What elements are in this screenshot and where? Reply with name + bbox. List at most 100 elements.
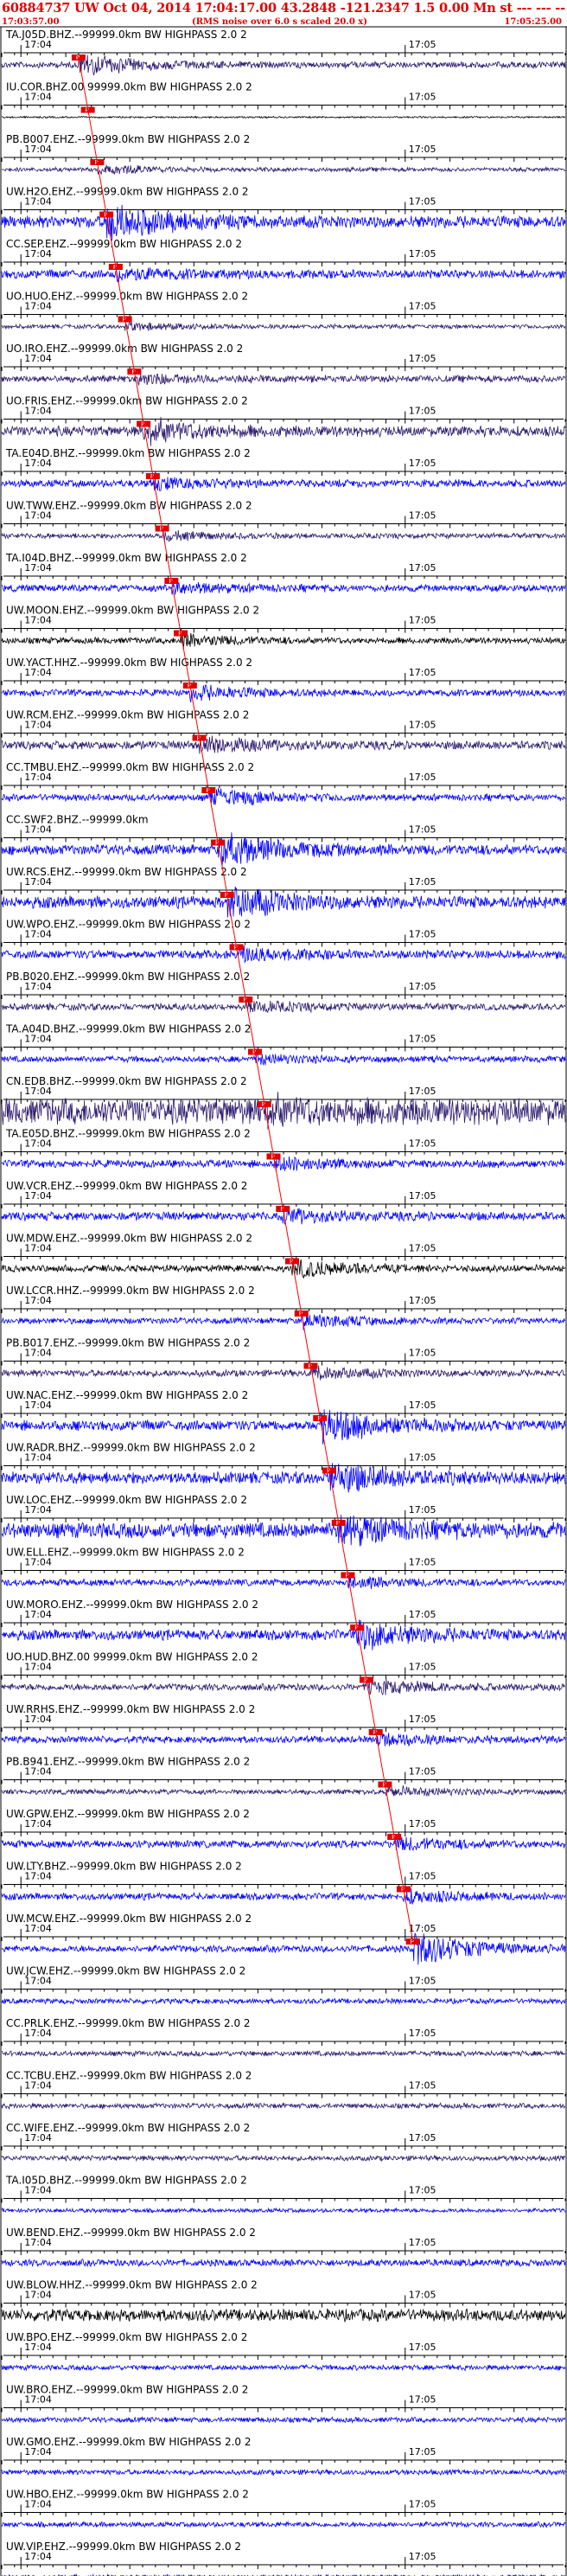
minute-label: 17:04 [24, 2499, 52, 2510]
waveform [1, 2207, 566, 2214]
minute-label: 17:04 [24, 981, 52, 992]
waveform [1, 477, 566, 491]
minute-label: 17:05 [409, 1348, 436, 1359]
minute-label: 17:04 [24, 2446, 52, 2457]
waveform [1, 2363, 566, 2372]
minute-label: 17:04 [24, 2185, 52, 2196]
minute-label: 17:05 [409, 1504, 436, 1515]
minute-label: 17:04 [24, 720, 52, 731]
trace: UO.FRIS.EHZ.--99999.0km BW HIGHPASS 2.0 … [1, 395, 566, 446]
minute-label: 17:04 [24, 510, 52, 522]
waveform [1, 684, 566, 703]
trace: UW.MDW.EHZ.--99999.0km BW HIGHPASS 2.0 2… [1, 1233, 566, 1279]
waveform [1, 321, 566, 331]
waveform [1, 1257, 566, 1279]
minute-label: 17:05 [409, 824, 436, 836]
trace: UW.BEND.EHZ.--99999.0km BW HIGHPASS 2.0 … [1, 2227, 566, 2268]
minute-label: 17:04 [24, 1609, 52, 1620]
minute-label: 17:05 [409, 1923, 436, 1934]
trace: CC.SWF2.BHZ.--99999.0km17:04 17:05P [1, 814, 566, 868]
minute-label: 17:04 [24, 2290, 52, 2301]
minute-label: 17:05 [409, 1190, 436, 1201]
minute-label: 17:04 [24, 1034, 52, 1045]
waveform [1, 267, 566, 283]
minute-label: 17:04 [24, 1452, 52, 1464]
waveform [1, 2101, 566, 2111]
minute-label: 17:04 [24, 2551, 52, 2562]
minute-label: 17:04 [24, 2342, 52, 2353]
trace: UW.ELL.EHZ.--99999.0km BW HIGHPASS 2.0 2… [1, 1547, 566, 1590]
waveform [1, 2520, 566, 2528]
trace: UW.BRO.EHZ.--99999.0km BW HIGHPASS 2.0 2… [1, 2384, 566, 2425]
trace: UW.RRHS.EHZ.--99999.0km BW HIGHPASS 2.0 … [1, 1703, 566, 1747]
minute-label: 17:05 [409, 248, 436, 260]
minute-label: 17:05 [409, 562, 436, 574]
waveform [1, 2258, 566, 2268]
waveform [1, 1364, 566, 1381]
minute-label: 17:04 [24, 1348, 52, 1359]
minute-label: 17:05 [409, 1976, 436, 1987]
trace: UW.TWW.EHZ.--99999.0km BW HIGHPASS 2.0 2… [1, 500, 566, 542]
waveform [1, 2049, 566, 2058]
minute-label: 17:04 [24, 772, 52, 783]
waveform [1, 945, 566, 964]
minute-label: 17:05 [409, 2290, 436, 2301]
minute-label: 17:04 [24, 929, 52, 940]
minute-label: 17:04 [24, 458, 52, 469]
minute-label: 17:05 [409, 2342, 436, 2353]
minute-label: 17:05 [409, 667, 436, 678]
minute-label: 17:05 [409, 2551, 436, 2562]
waveform [1, 1311, 566, 1330]
minute-label: 17:05 [409, 353, 436, 364]
trace: UW.RCM.EHZ.--99999.0km BW HIGHPASS 2.0 2… [1, 709, 566, 754]
minute-label: 17:05 [409, 876, 436, 888]
trace: CN.EDB.BHZ.--99999.0km BW HIGHPASS 2.0 2… [1, 1075, 566, 1130]
waveform [1, 529, 566, 542]
minute-label: 17:04 [24, 196, 52, 208]
minute-label: 17:04 [24, 1818, 52, 1829]
minute-label: 17:05 [409, 929, 436, 940]
minute-label: 17:05 [409, 772, 436, 783]
waveform [2, 115, 566, 119]
minute-label: 17:04 [24, 667, 52, 678]
minute-label: 17:05 [409, 981, 436, 992]
minute-label: 17:04 [24, 2394, 52, 2406]
waveform [1, 2307, 566, 2323]
trace: UW.MOON.EHZ.--99999.0km BW HIGHPASS 2.0 … [1, 605, 566, 650]
trace: TA.I05D.BHZ.--99999.0km BW HIGHPASS 2.0 … [1, 2175, 566, 2214]
waveform [1, 164, 566, 176]
minute-label: 17:04 [24, 1138, 52, 1150]
trace: UW.VIP.EHZ.--99999.0km BW HIGHPASS 2.0 2… [1, 2541, 566, 2576]
trace: TA.I04D.BHZ.--99999.0km BW HIGHPASS 2.0 … [1, 552, 566, 595]
trace: TA.E05D.BHZ.--99999.0km BW HIGHPASS 2.0 … [1, 1128, 566, 1172]
minute-label: 17:04 [24, 353, 52, 364]
waveform [1, 1155, 566, 1172]
waveform [1, 1000, 566, 1014]
trace: UW.WPO.EHZ.--99999.0km BW HIGHPASS 2.0 2… [1, 919, 566, 964]
waveform [1, 1092, 566, 1130]
minute-label: 17:05 [409, 406, 436, 417]
minute-label: 17:04 [24, 2237, 52, 2248]
minute-label: 17:04 [24, 562, 52, 574]
minute-label: 17:05 [409, 1138, 436, 1150]
minute-label: 17:04 [24, 301, 52, 312]
waveform [1, 2416, 566, 2425]
trace: UW.H2O.EHZ.--99999.0km BW HIGHPASS 2.0 2… [1, 186, 566, 241]
trace: UW.BPO.EHZ.--99999.0km BW HIGHPASS 2.0 2… [1, 2331, 566, 2372]
trace: UW.LTY.BHZ.--99999.0km BW HIGHPASS 2.0 2… [1, 1861, 566, 1905]
minute-label: 17:05 [409, 1452, 436, 1464]
waveform [1, 2154, 566, 2163]
minute-label: 17:05 [409, 1243, 436, 1254]
trace: CC.WIFE.EHZ.--99999.0km BW HIGHPASS 2.0 … [1, 2122, 566, 2163]
trace: UW.RADR.BHZ.--99999.0km BW HIGHPASS 2.0 … [1, 1442, 566, 1493]
minute-label: 17:04 [24, 1190, 52, 1201]
trace: UO.HUO.EHZ.--99999.0km BW HIGHPASS 2.0 2… [1, 291, 566, 331]
minute-label: 17:05 [409, 1557, 436, 1568]
trace: UW.MORO.EHZ.--99999.0km BW HIGHPASS 2.0 … [1, 1599, 566, 1650]
trace: UW.LOC.EHZ.--99999.0km BW HIGHPASS 2.0 2… [1, 1494, 566, 1547]
trace: UW.BLOW.HHZ.--99999.0km BW HIGHPASS 2.0 … [1, 2279, 566, 2323]
minute-label: 17:04 [24, 1923, 52, 1934]
minute-label: 17:05 [409, 39, 436, 50]
trace: TA.J05D.BHZ.--99999.0km BW HIGHPASS 2.0 … [1, 29, 566, 76]
trace: UW.RCS.EHZ.--99999.0km BW HIGHPASS 2.0 2… [1, 866, 566, 918]
